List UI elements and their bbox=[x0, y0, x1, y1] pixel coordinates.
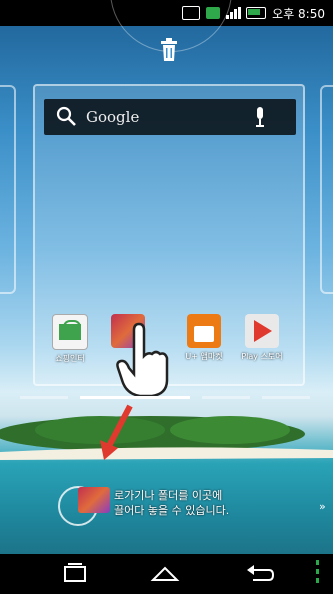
recent-apps-icon[interactable] bbox=[60, 562, 90, 586]
search-widget-label: Google bbox=[86, 108, 140, 126]
google-search-widget[interactable]: Google bbox=[44, 99, 296, 135]
chevron-right-icon: » bbox=[319, 500, 326, 513]
app-uplus[interactable]: U+ 앱마켓 bbox=[174, 314, 234, 362]
left-page-panel[interactable] bbox=[0, 85, 16, 294]
hd-tv-icon bbox=[78, 487, 110, 513]
status-time: 오후 8:50 bbox=[272, 6, 325, 21]
app-label: Play 스토어 bbox=[241, 352, 283, 361]
app-play-store[interactable]: Play 스토어 bbox=[232, 314, 292, 362]
menu-dots-icon[interactable] bbox=[316, 560, 319, 586]
app-label: U+ 앱마켓 bbox=[185, 352, 223, 361]
drop-zone-text: 로가기나 폴더를 이곳에 끌어다 놓을 수 있습니다. bbox=[114, 489, 230, 517]
play-store-icon bbox=[245, 314, 279, 348]
trash-icon[interactable] bbox=[159, 38, 179, 62]
page-indicator bbox=[262, 396, 310, 399]
drag-arrow-icon bbox=[100, 404, 133, 460]
back-icon[interactable] bbox=[245, 562, 275, 586]
navigation-bar bbox=[0, 554, 333, 594]
app-label: 쇼핑인터 bbox=[55, 354, 85, 363]
uplus-market-icon bbox=[187, 314, 221, 348]
page-indicator bbox=[202, 396, 250, 399]
shop-icon bbox=[52, 314, 88, 350]
page-indicator bbox=[20, 396, 68, 399]
home-icon[interactable] bbox=[150, 562, 180, 586]
right-page-panel[interactable] bbox=[320, 85, 333, 294]
mic-icon[interactable] bbox=[254, 107, 266, 127]
wallpaper-island bbox=[0, 416, 333, 460]
search-icon bbox=[56, 106, 76, 126]
hand-pointer-icon bbox=[116, 322, 169, 398]
battery-icon bbox=[246, 7, 267, 19]
page-indicator-active bbox=[80, 396, 190, 399]
app-shop[interactable]: 쇼핑인터 bbox=[40, 314, 100, 364]
home-screen-edit: 오후 8:50 Google 쇼핑인터 U+ 앱마켓 Play 스토어 로가기나… bbox=[0, 0, 333, 594]
